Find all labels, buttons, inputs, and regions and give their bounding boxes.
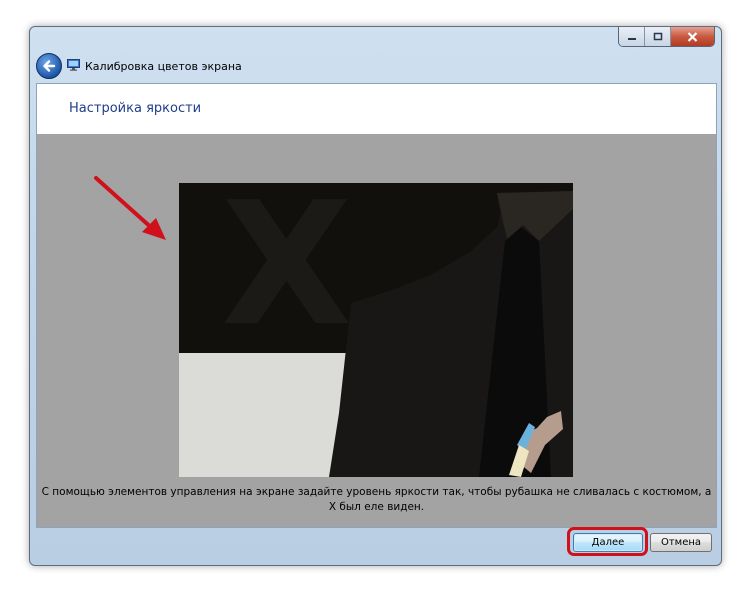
close-button[interactable] — [671, 27, 714, 46]
calibration-window: Калибровка цветов экрана Настройка яркос… — [29, 26, 722, 566]
content-area: Настройка яркости X С помощью элементов … — [36, 83, 717, 528]
back-button[interactable] — [36, 53, 62, 79]
red-arrow-icon — [90, 172, 180, 252]
page-header: Настройка яркости — [37, 84, 716, 134]
footer: Далее Отмена — [36, 527, 715, 557]
maximize-button[interactable] — [645, 27, 671, 46]
window-title: Калибровка цветов экрана — [85, 60, 242, 73]
instruction-text: С помощью элементов управления на экране… — [37, 485, 716, 515]
close-icon — [687, 32, 698, 42]
maximize-icon — [653, 32, 663, 42]
window-controls — [618, 27, 715, 47]
minimize-button[interactable] — [619, 27, 645, 46]
hidden-x-letter: X — [221, 183, 352, 364]
cancel-button[interactable]: Отмена — [650, 533, 712, 552]
calibration-photo: X — [179, 183, 573, 477]
next-button-highlight — [567, 527, 648, 556]
back-arrow-icon — [42, 59, 56, 73]
monitor-icon — [67, 59, 80, 71]
calibration-image: X — [179, 183, 573, 477]
page-title: Настройка яркости — [69, 101, 201, 116]
minimize-icon — [627, 32, 637, 42]
